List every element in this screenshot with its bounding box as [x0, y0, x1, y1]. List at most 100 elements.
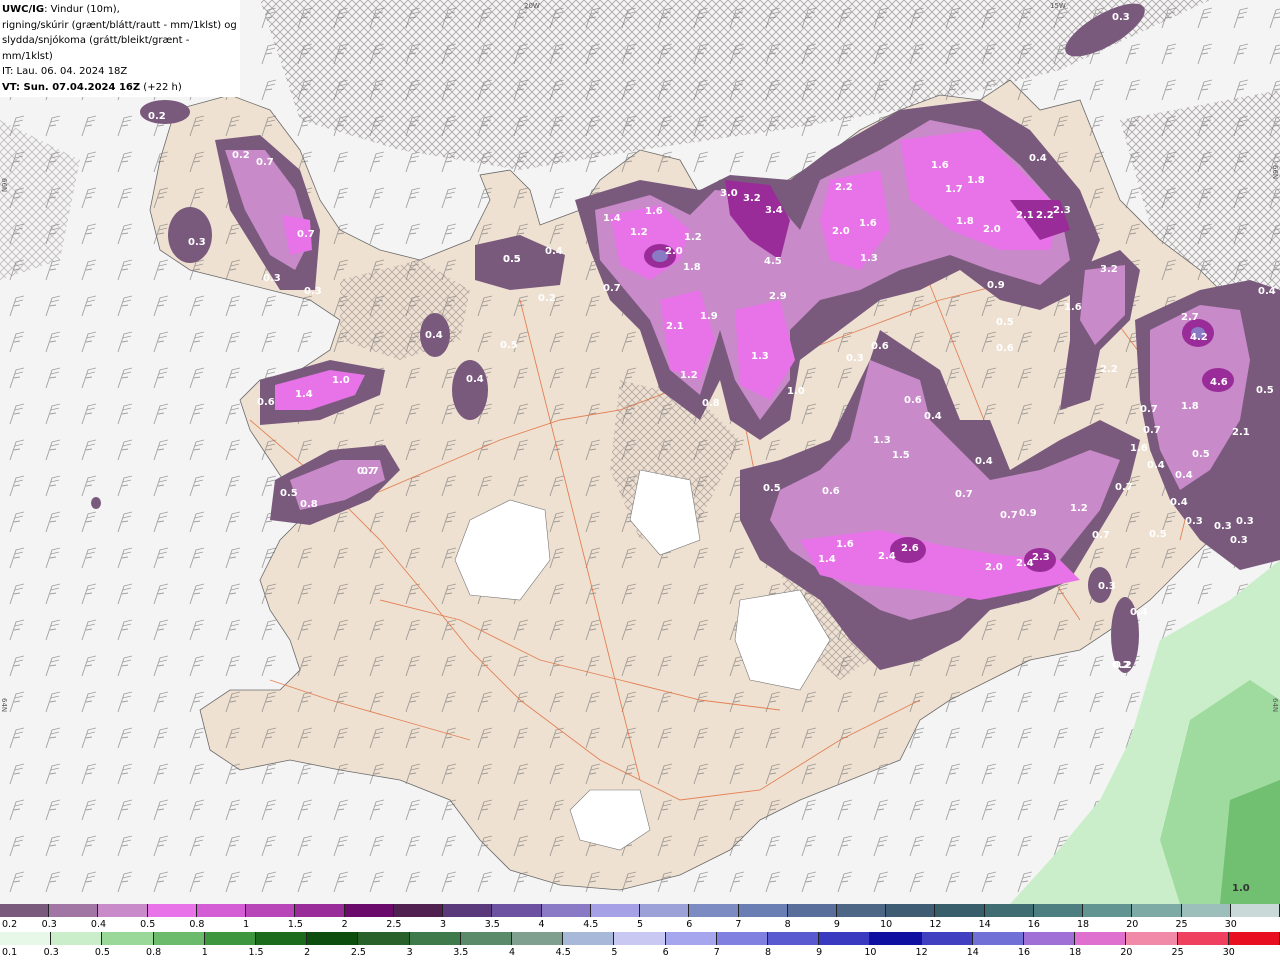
- precip-label: 2.0: [983, 224, 1001, 235]
- precip-label: 0.7: [1092, 530, 1110, 541]
- precip-label: 1.6: [859, 218, 877, 229]
- legend-tick-label: 14: [966, 947, 979, 958]
- precip-label: 2.0: [832, 226, 850, 237]
- legend-swatch: [614, 932, 666, 945]
- legend-tick-label: 3.5: [453, 947, 469, 958]
- precip-label: 1.9: [700, 311, 718, 322]
- precip-label: 1.6: [1064, 302, 1082, 313]
- legend-swatch: [1033, 904, 1084, 917]
- legend-tick-label: 0.3: [41, 919, 57, 930]
- legend-tick-label: 8: [764, 947, 772, 958]
- legend-swatch: [819, 932, 871, 945]
- title-line-4: IT: Lau. 06. 04. 2024 18Z: [2, 66, 128, 77]
- legend-tick-label: 3: [440, 919, 447, 930]
- legend-swatch: [153, 932, 205, 945]
- legend-tick-label: 8: [784, 919, 791, 930]
- precip-label: 0.7: [297, 229, 315, 240]
- legend-tick-label: 1: [201, 947, 208, 958]
- legend-swatch: [49, 904, 99, 917]
- legend-tick-label: 16: [1017, 947, 1031, 958]
- precip-label: 0.5: [280, 488, 298, 499]
- legend-tick-label: 2: [341, 919, 348, 930]
- precip-label: 1.8: [967, 175, 985, 186]
- legend-tick-label: 1.5: [248, 947, 264, 958]
- precip-label: 0.6: [871, 341, 889, 352]
- legend-swatch: [147, 904, 197, 917]
- precip-label: 0.5: [763, 483, 781, 494]
- legend-swatch: [541, 904, 591, 917]
- precip-label: 0.4: [466, 374, 484, 385]
- legend-tick-label: 4: [538, 919, 545, 930]
- precip-label: 0.6: [996, 343, 1014, 354]
- legend-tick-label: 10: [880, 919, 893, 930]
- snow-scale-labels: 0.2 0.3 0.4 0.5 0.8 1 1.5 2 2.5 3 3.5 4 4.5 5 6 7 8 9 10 12…: [0, 919, 1280, 931]
- legend-swatch: [409, 932, 461, 945]
- precip-label: 1.4: [603, 213, 621, 224]
- legend-tick-label: 20: [1120, 947, 1133, 958]
- precip-label: 3.0: [720, 188, 738, 199]
- precip-label: 2.2: [1036, 210, 1054, 221]
- precip-label: 2.1: [1016, 210, 1034, 221]
- legend-tick-label: 10: [864, 947, 877, 958]
- legend-tick-label: 25: [1175, 919, 1188, 930]
- legend-swatch: [870, 932, 922, 945]
- legend-swatch: [512, 932, 564, 945]
- precip-label: 1.2: [630, 227, 648, 238]
- legend-swatch: [98, 904, 148, 917]
- precip-label: 0.9: [1019, 508, 1037, 519]
- precip-label: 2.3: [1053, 205, 1071, 216]
- precip-label: 0.3: [1098, 581, 1116, 592]
- legend-swatch: [665, 932, 717, 945]
- precip-label: 3.4: [765, 205, 783, 216]
- legend-tick-label: 9: [816, 947, 823, 958]
- legend-swatch: [1132, 904, 1182, 917]
- precip-label: 2.2: [1100, 364, 1118, 375]
- lat-label-right-upper: 66N: [1271, 165, 1279, 179]
- title-line-1: UWC/IG: Vindur (10m),: [2, 4, 120, 15]
- precip-label: 0.9: [987, 280, 1005, 291]
- precip-label: 1.6: [931, 160, 949, 171]
- legend-swatch: [443, 904, 493, 917]
- legend-tick-label: 0.2: [2, 919, 18, 930]
- legend-tick-label: 2: [304, 947, 311, 958]
- legend-swatch: [921, 932, 973, 945]
- legend-tick-label: 5: [611, 947, 618, 958]
- legend-tick-label: 18: [1077, 919, 1090, 930]
- legend-swatch: [1024, 932, 1076, 945]
- legend-tick-label: 0.1: [2, 947, 18, 958]
- precip-label: 2.0: [665, 246, 683, 257]
- legend-swatch: [1230, 904, 1280, 917]
- precip-label: 1.2: [680, 370, 698, 381]
- legend-swatch: [1126, 932, 1178, 945]
- precip-label: 1.8: [683, 262, 701, 273]
- precip-label: 1.8: [1181, 401, 1199, 412]
- legend-swatch: [738, 904, 788, 917]
- precip-label: 0.4: [425, 330, 443, 341]
- precip-label: 4.5: [764, 256, 782, 267]
- precip-label: 0.7: [1143, 425, 1161, 436]
- precip-label: 0.4: [1175, 470, 1193, 481]
- precip-label: 0.7: [955, 489, 973, 500]
- precip-label: 1.6: [1130, 443, 1148, 454]
- legend-tick-label: 4.5: [583, 919, 599, 930]
- forecast-map[interactable]: 0.3 0.2 0.2 0.5 0.7 0.7 0.3 0.3 0.3 1.4 …: [0, 0, 1280, 904]
- snow-color-scale: [0, 904, 1280, 917]
- legend-tick-label: 6: [662, 947, 669, 958]
- precip-label: 0.7: [361, 466, 379, 477]
- precip-label: 0.4: [924, 411, 942, 422]
- precip-label: 1.2: [1070, 503, 1088, 514]
- precip-label: 0.4: [1170, 497, 1188, 508]
- precip-label: 0.5: [1256, 385, 1274, 396]
- lat-label-left-lower: 64N: [0, 698, 8, 712]
- precip-label: 0.3: [1214, 521, 1232, 532]
- precip-label: 1.4: [818, 554, 836, 565]
- precip-label: 2.1: [666, 321, 684, 332]
- legend-swatch: [344, 904, 394, 917]
- precip-label: 0.5: [1149, 529, 1167, 540]
- precip-label: 0.6: [904, 395, 922, 406]
- legend-swatch: [689, 904, 739, 917]
- legend-tick-label: 0.4: [90, 919, 107, 930]
- precip-label: 3.2: [743, 193, 761, 204]
- precip-label: 1.0: [332, 375, 350, 386]
- precip-label: 2.9: [769, 291, 787, 302]
